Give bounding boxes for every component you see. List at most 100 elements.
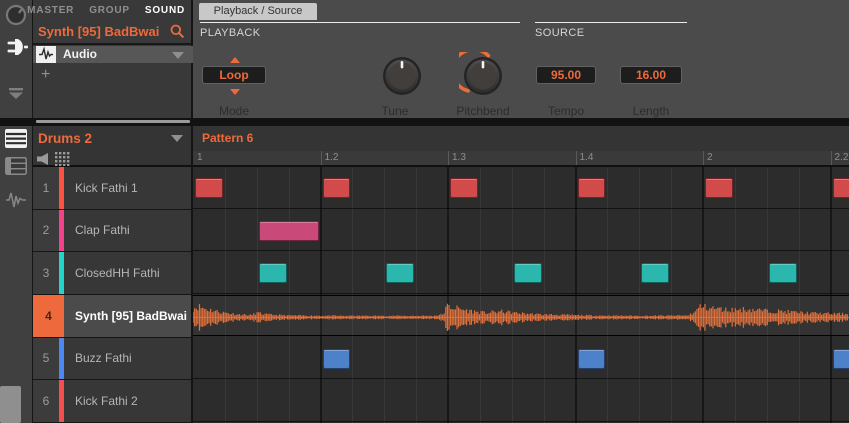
left-rail <box>0 0 33 423</box>
maschine-window: MASTER GROUP SOUND Synth [95] BadBwai Au… <box>0 0 849 423</box>
speaker-mute-icon[interactable] <box>37 153 49 165</box>
ruler-tick <box>703 151 704 167</box>
tab-group[interactable]: GROUP <box>89 5 130 16</box>
tune-label: Tune <box>355 104 435 118</box>
track-name: Kick Fathi 1 <box>64 167 193 209</box>
playback-section-rule <box>200 22 520 23</box>
note-block[interactable] <box>386 263 414 283</box>
track-row[interactable]: 5Buzz Fathi <box>33 338 193 381</box>
ruler-tick <box>448 151 449 167</box>
note-block[interactable] <box>578 178 606 198</box>
note-block[interactable] <box>323 349 351 369</box>
track-name: Kick Fathi 2 <box>64 380 193 422</box>
grid-lane[interactable] <box>193 338 849 380</box>
tempo-value[interactable]: 95.00 <box>536 66 596 84</box>
group-toolbar <box>33 151 193 167</box>
pitchbend-label: Pitchbend <box>443 104 523 118</box>
note-block[interactable] <box>195 178 223 198</box>
tab-playback-source[interactable]: Playback / Source <box>199 3 317 20</box>
ruler-beat-label: 2.2 <box>835 152 849 163</box>
note-block[interactable] <box>450 178 478 198</box>
mode-up-arrow[interactable] <box>230 57 240 63</box>
timeline-ruler[interactable]: 1 1.2 1.3 1.4 2 2.2 <box>193 151 849 167</box>
track-number: 3 <box>33 252 59 294</box>
tune-knob[interactable] <box>380 54 424 98</box>
pitchbend-knob[interactable] <box>459 52 507 100</box>
track-name: Clap Fathi <box>64 210 193 252</box>
source-section-label: SOURCE <box>535 27 584 39</box>
note-block[interactable] <box>259 263 287 283</box>
source-section-rule <box>535 22 687 23</box>
channel-tabs: MASTER GROUP SOUND <box>33 0 193 20</box>
track-row[interactable]: 3ClosedHH Fathi <box>33 252 193 295</box>
vertical-scrollbar-thumb[interactable] <box>0 386 21 423</box>
note-block[interactable] <box>833 178 849 198</box>
length-value[interactable]: 16.00 <box>620 66 682 84</box>
chevron-down-icon <box>172 52 184 59</box>
track-number: 6 <box>33 380 59 422</box>
track-row[interactable]: 2Clap Fathi <box>33 210 193 253</box>
tempo-label: Tempo <box>526 104 606 118</box>
grid-lane[interactable] <box>193 252 849 294</box>
playback-section-label: PLAYBACK <box>200 27 260 39</box>
ruler-beat-label: 1.3 <box>452 152 466 163</box>
ruler-beat-label: 1.4 <box>580 152 594 163</box>
note-block[interactable] <box>769 263 797 283</box>
track-number: 4 <box>33 295 64 337</box>
mode-label: Mode <box>194 104 274 118</box>
collapse-arrow-icon[interactable] <box>8 88 24 100</box>
chevron-down-icon[interactable] <box>171 135 183 142</box>
separator <box>33 43 193 45</box>
track-number: 5 <box>33 338 59 380</box>
ruler-tick <box>576 151 577 167</box>
track-number: 1 <box>33 167 59 209</box>
piano-roll-icon[interactable] <box>5 157 27 175</box>
mode-selector[interactable]: Loop <box>202 66 266 84</box>
group-name-dropdown[interactable]: Drums 2 <box>38 126 92 151</box>
grid-lane[interactable] <box>193 380 849 422</box>
pattern-editor-list-icon[interactable] <box>5 129 27 149</box>
pattern-name[interactable]: Pattern 6 <box>202 126 253 151</box>
tab-sound[interactable]: SOUND <box>145 5 185 16</box>
sample-editor-wave-icon[interactable] <box>6 191 26 209</box>
plugin-plug-icon[interactable] <box>5 35 29 59</box>
channel-properties-knob-icon[interactable] <box>5 4 27 26</box>
grid-lane[interactable] <box>193 295 849 336</box>
note-block[interactable] <box>323 178 351 198</box>
track-name: ClosedHH Fathi <box>64 252 193 294</box>
plugin-slot-label: Audio <box>63 46 97 63</box>
tab-master[interactable]: MASTER <box>27 5 74 16</box>
track-number: 2 <box>33 210 59 252</box>
track-row[interactable]: 1Kick Fathi 1 <box>33 167 193 210</box>
ruler-tick <box>831 151 832 167</box>
note-block[interactable] <box>259 221 319 241</box>
note-block[interactable] <box>578 349 606 369</box>
params-panel: Playback / Source PLAYBACK SOURCE Loop M… <box>193 0 849 118</box>
ruler-beat-label: 2 <box>707 152 713 163</box>
length-label: Length <box>611 104 691 118</box>
note-block[interactable] <box>641 263 669 283</box>
magnifier-icon[interactable] <box>170 24 185 39</box>
sequencer-grid[interactable] <box>193 167 849 423</box>
plugin-slot-dropdown[interactable]: Audio <box>33 46 193 63</box>
track-list: 1Kick Fathi 12Clap Fathi3ClosedHH Fathi4… <box>33 167 193 423</box>
note-block[interactable] <box>514 263 542 283</box>
pattern-header: Pattern 6 <box>193 126 849 151</box>
audio-waveform <box>193 296 849 339</box>
audio-waveform-icon <box>36 46 56 63</box>
grid-lane[interactable] <box>193 210 849 252</box>
pad-grid-icon[interactable] <box>55 152 71 166</box>
track-row[interactable]: 4Synth [95] BadBwai <box>33 295 193 338</box>
add-plugin-button[interactable]: + <box>41 66 50 84</box>
sound-panel: MASTER GROUP SOUND Synth [95] BadBwai Au… <box>33 0 193 118</box>
group-header: Drums 2 <box>33 126 193 151</box>
ruler-beat-label: 1.2 <box>325 152 339 163</box>
track-row[interactable]: 6Kick Fathi 2 <box>33 380 193 423</box>
mode-down-arrow[interactable] <box>230 89 240 95</box>
note-block[interactable] <box>833 349 849 369</box>
ruler-tick <box>321 151 322 167</box>
grid-lane[interactable] <box>193 167 849 209</box>
sound-list-scrollbar[interactable] <box>36 120 190 123</box>
note-block[interactable] <box>705 178 733 198</box>
ruler-beat-label: 1 <box>197 152 203 163</box>
